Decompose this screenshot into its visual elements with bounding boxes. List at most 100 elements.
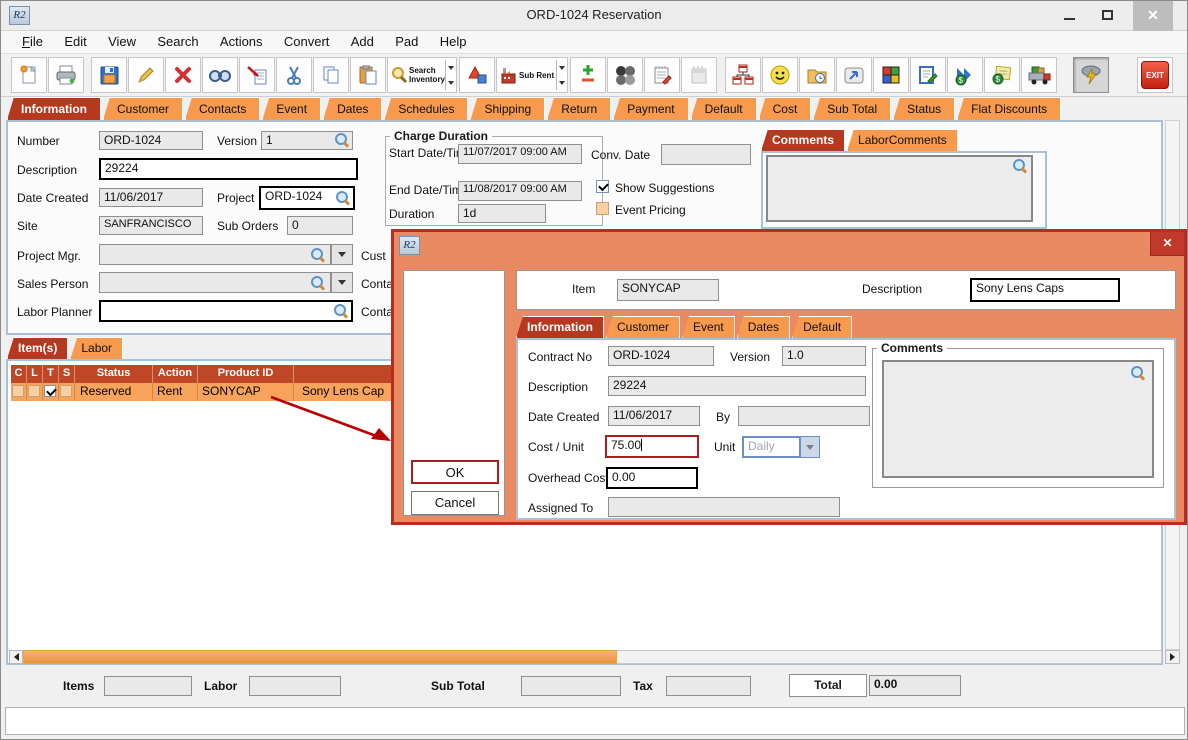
menu-view[interactable]: View: [99, 31, 145, 49]
customer-button[interactable]: [762, 57, 798, 93]
dialog-tab-customer[interactable]: Customer: [606, 316, 680, 338]
horizontal-scroll-thumb[interactable]: [23, 650, 617, 664]
save-button[interactable]: [91, 57, 127, 93]
maximize-button[interactable]: [1091, 1, 1125, 31]
search-inventory-dropdown[interactable]: [445, 60, 455, 90]
sales-person-dropdown[interactable]: [331, 272, 353, 293]
notes-button[interactable]: [644, 57, 680, 93]
row-s-checkbox[interactable]: [60, 385, 72, 397]
sales-person-lookup-icon[interactable]: [311, 276, 325, 290]
tab-flat-discounts[interactable]: Flat Discounts: [957, 97, 1061, 120]
dialog-tab-information[interactable]: Information: [516, 316, 604, 338]
menu-actions[interactable]: Actions: [211, 31, 272, 49]
col-action[interactable]: Action: [153, 365, 198, 383]
tab-information[interactable]: Information: [7, 97, 101, 120]
dialog-tab-default[interactable]: Default: [792, 316, 852, 338]
tab-labor-comments[interactable]: LaborComments: [847, 129, 958, 151]
assemblies-button[interactable]: [873, 57, 909, 93]
cut-button[interactable]: [276, 57, 312, 93]
edit-button[interactable]: [128, 57, 164, 93]
quote-button[interactable]: [1073, 57, 1109, 93]
dialog-close-button[interactable]: ✕: [1150, 232, 1184, 256]
dialog-comments-zoom-icon[interactable]: [1131, 366, 1145, 380]
tab-cost[interactable]: Cost: [759, 97, 812, 120]
col-t[interactable]: T: [43, 365, 59, 383]
scroll-left-button[interactable]: [9, 650, 23, 664]
new-button[interactable]: [11, 57, 47, 93]
dialog-tab-dates[interactable]: Dates: [737, 316, 790, 338]
ok-button[interactable]: OK: [411, 460, 499, 484]
show-suggestions-checkbox[interactable]: [596, 180, 609, 193]
tab-contacts[interactable]: Contacts: [185, 97, 260, 120]
project-mgr-lookup-icon[interactable]: [311, 248, 325, 262]
copy-button[interactable]: [313, 57, 349, 93]
tab-payment[interactable]: Payment: [613, 97, 688, 120]
tab-status[interactable]: Status: [893, 97, 955, 120]
labor-planner-field[interactable]: [99, 300, 353, 322]
tab-customer[interactable]: Customer: [103, 97, 183, 120]
tab-event[interactable]: Event: [262, 97, 321, 120]
tab-sub-total[interactable]: Sub Total: [813, 97, 891, 120]
send-invoice-button[interactable]: $: [947, 57, 983, 93]
row-t-checkbox[interactable]: [44, 385, 56, 397]
labor-planner-lookup-icon[interactable]: [334, 304, 348, 318]
project-mgr-field[interactable]: [99, 244, 331, 265]
dialog-tab-event[interactable]: Event: [682, 316, 735, 338]
comments-textarea[interactable]: [766, 155, 1033, 222]
cost-unit-field[interactable]: 75.00: [605, 435, 699, 458]
scroll-right-button[interactable]: [1165, 650, 1180, 664]
version-lookup-icon[interactable]: [335, 133, 349, 147]
tab-labor[interactable]: Labor: [70, 337, 123, 359]
tab-default[interactable]: Default: [691, 97, 757, 120]
dialog-comments-textarea[interactable]: [882, 360, 1154, 478]
col-product-id[interactable]: Product ID: [198, 365, 294, 383]
sub-rent-dropdown[interactable]: [556, 60, 566, 90]
shortcut-key-button[interactable]: [836, 57, 872, 93]
tab-return[interactable]: Return: [547, 97, 611, 120]
comments-zoom-icon[interactable]: [1013, 159, 1027, 173]
print-button[interactable]: [48, 57, 84, 93]
menu-add[interactable]: Add: [342, 31, 383, 49]
menu-search[interactable]: Search: [148, 31, 207, 49]
paste-button[interactable]: [350, 57, 386, 93]
row-l-checkbox[interactable]: [28, 385, 40, 397]
menu-edit[interactable]: Edit: [55, 31, 95, 49]
kits-button[interactable]: [607, 57, 643, 93]
shapes-button[interactable]: [459, 57, 495, 93]
calendar-button[interactable]: [681, 57, 717, 93]
copy-to-order-button[interactable]: [239, 57, 275, 93]
sales-person-field[interactable]: [99, 272, 331, 293]
project-lookup-icon[interactable]: [336, 191, 350, 205]
billing-button[interactable]: $: [984, 57, 1020, 93]
sub-rent-button[interactable]: Sub Rent: [496, 57, 568, 93]
menu-file[interactable]: File: [13, 31, 52, 49]
dialog-description-field[interactable]: Sony Lens Caps: [970, 278, 1120, 302]
menu-help[interactable]: Help: [431, 31, 476, 49]
menu-convert[interactable]: Convert: [275, 31, 339, 49]
tab-comments[interactable]: Comments: [761, 129, 845, 151]
delivery-button[interactable]: [1021, 57, 1057, 93]
tab-items[interactable]: Item(s): [7, 337, 68, 359]
tab-dates[interactable]: Dates: [323, 97, 382, 120]
description-field[interactable]: 29224: [99, 158, 358, 180]
event-pricing-checkbox[interactable]: [596, 202, 609, 215]
delete-button[interactable]: [165, 57, 201, 93]
tab-schedules[interactable]: Schedules: [384, 97, 468, 120]
project-mgr-dropdown[interactable]: [331, 244, 353, 265]
col-s[interactable]: S: [59, 365, 75, 383]
folder-history-button[interactable]: [799, 57, 835, 93]
close-button[interactable]: ✕: [1133, 1, 1173, 31]
minimize-button[interactable]: [1053, 1, 1087, 31]
tab-shipping[interactable]: Shipping: [470, 97, 545, 120]
find-button[interactable]: [202, 57, 238, 93]
col-status[interactable]: Status: [75, 365, 153, 383]
search-inventory-button[interactable]: SearchInventory: [387, 57, 457, 93]
add-item-button[interactable]: [570, 57, 606, 93]
col-l[interactable]: L: [27, 365, 43, 383]
col-c[interactable]: C: [11, 365, 27, 383]
org-chart-button[interactable]: [725, 57, 761, 93]
exit-button[interactable]: EXIT: [1137, 57, 1173, 93]
cancel-button[interactable]: Cancel: [411, 491, 499, 515]
edit-document-button[interactable]: [910, 57, 946, 93]
menu-pad[interactable]: Pad: [386, 31, 427, 49]
